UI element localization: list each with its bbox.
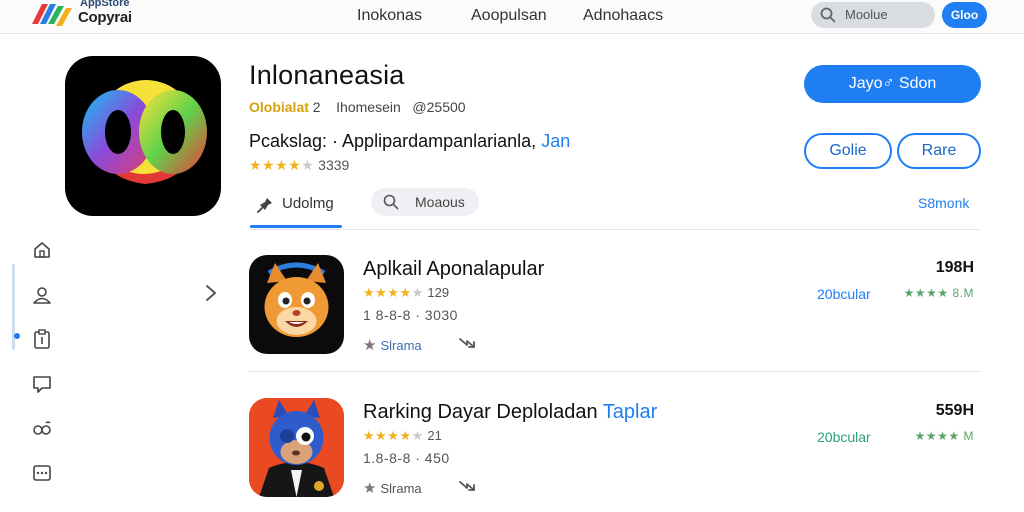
divider [249,229,981,230]
tab-search-label: Moaous [415,194,465,210]
nav-tab-3[interactable]: Adnohaacs [583,7,663,25]
list-item[interactable]: Rarking Dayar Deploladan Taplar ★★★★★ 21… [249,398,989,502]
meta-price: @25500 [412,99,466,115]
sidebar-active-indicator [14,333,20,339]
app-logo-graphic [82,80,207,184]
hero-character-icon [249,398,344,497]
package-link[interactable]: Jan [541,131,570,151]
share-icon[interactable] [458,479,476,495]
tab-underline [250,225,342,228]
list-item-rating: ★★★★★ 21 [363,428,442,443]
list-item-title: Aplkail Aponalapular [363,258,545,280]
star-icon[interactable]: ★ [363,337,376,354]
app-title: Inlonaneasia [249,60,405,90]
home-icon[interactable] [31,239,53,261]
header-action-button[interactable]: Gloo [942,2,987,28]
logo[interactable]: AppStore Copyrai [30,0,140,30]
tab-details[interactable]: Udolmg [250,190,342,228]
list-item-downloads: 1.8-8-8 · 450 [363,450,450,466]
app-icon [65,56,221,216]
list-item-downloads: 1 8-8-8 · 3030 [363,307,458,323]
logo-text: Copyrai [78,9,132,26]
nav-tab-2[interactable]: Aoopulsan [471,7,547,25]
clipboard-icon[interactable] [31,328,53,350]
list-item-meta: ★ Slrama [363,479,475,497]
star-rating-icon: ★★★★★ [249,157,315,173]
meta-count: 2 [312,99,321,115]
message-icon[interactable] [31,373,53,395]
see-more-link[interactable]: S8monk [918,195,969,211]
app-meta: Olobialat 2 Ihomesein @25500 [249,99,466,115]
list-item-size: 198H [935,259,974,276]
more-icon[interactable] [31,462,53,484]
star-rating-icon: ★★★★★ [363,428,424,443]
install-button[interactable]: Jayo♂ Sdon [804,65,981,103]
list-item[interactable]: Aplkail Aponalapular ★★★★★ 129 1 8-8-8 ·… [249,255,989,359]
list-item-title: Rarking Dayar Deploladan Taplar [363,401,658,423]
developer-name[interactable]: Olobialat [249,99,309,115]
rating-count: 3339 [318,157,350,173]
star-icon[interactable]: ★ [363,480,376,497]
top-bar: AppStore Copyrai Inokonas Aoopulsan Adno… [0,0,1024,34]
list-item-mini-rating: ★★★★ M [914,429,974,443]
package-line: Pcakslag: · Applipardampanlarianla, Jan [249,131,570,152]
search-icon [383,194,399,210]
nav-tab-1[interactable]: Inokonas [357,7,422,25]
list-item-size: 559H [935,402,974,419]
search-placeholder: Moolue [845,7,888,22]
search-input[interactable]: Moolue [811,2,935,28]
meta-region: Ihomesein [336,99,401,115]
divider [249,371,981,372]
tab-search[interactable]: Moaous [371,188,479,216]
list-item-rating: ★★★★★ 129 [363,285,450,300]
star-rating-icon: ★★★★★ [363,285,424,300]
list-item-meta: ★ Slrama [363,336,475,354]
list-item-category[interactable]: 20bcular [817,429,871,445]
logo-mark-icon [32,4,72,26]
chevron-right-icon[interactable] [203,283,219,303]
list-item-category[interactable]: 20bcular [817,286,871,302]
app-icon [249,398,344,497]
share-icon[interactable] [458,336,476,352]
user-icon[interactable] [31,284,53,306]
list-item-mini-rating: ★★★★ 8.M [903,286,974,300]
package-label: Pcakslag: · Applipardampanlarianla, [249,131,537,151]
app-rating: ★★★★★ 3339 [249,157,349,174]
games-icon[interactable] [31,418,53,440]
cat-character-icon [264,262,329,337]
logo-small-text: AppStore [80,0,130,9]
secondary-button-1[interactable]: Golie [804,133,892,169]
tab-details-label: Udolmg [282,195,334,212]
app-icon [249,255,344,354]
secondary-button-2[interactable]: Rare [897,133,981,169]
search-icon [820,7,836,23]
pin-icon [257,198,272,213]
